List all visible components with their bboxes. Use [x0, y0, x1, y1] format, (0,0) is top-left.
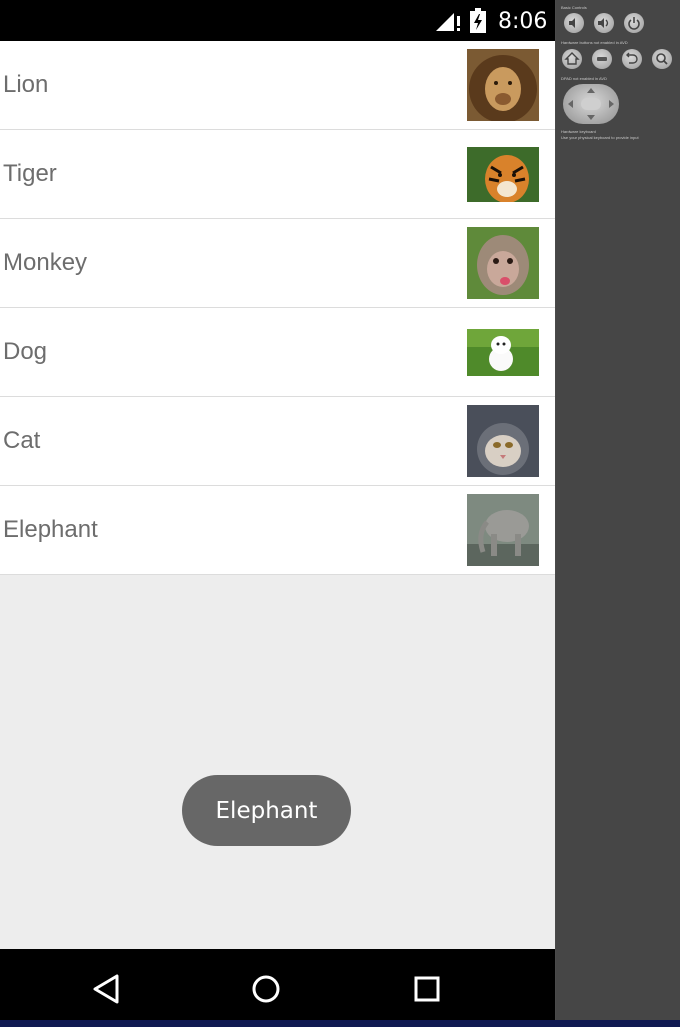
back-icon[interactable] [87, 969, 127, 1009]
undo-arrow-icon [626, 52, 638, 64]
status-clock: 8:06 [498, 9, 548, 34]
dpad-note: DPAD not enabled in AVD [561, 76, 607, 81]
recents-icon[interactable] [407, 969, 447, 1009]
power-icon [628, 17, 640, 30]
battery-charging-icon [470, 8, 486, 33]
volume-down-button[interactable] [564, 13, 584, 33]
animal-name: Dog [3, 338, 48, 365]
list-item[interactable]: Dog [0, 308, 555, 397]
signal-icon [436, 13, 460, 31]
list-item[interactable]: Cat [0, 397, 555, 486]
list-item[interactable]: Elephant [0, 486, 555, 575]
hardware-keyboard-label: Hardware keyboard [561, 129, 596, 134]
dpad-arrows-icon [568, 88, 614, 120]
elephant-thumbnail [467, 494, 539, 566]
emulator-controls-panel: Basic Controls Hardware buttons not enab… [556, 0, 680, 1020]
animal-name: Monkey [3, 249, 88, 276]
animal-name: Cat [3, 427, 41, 454]
list-item[interactable]: Tiger [0, 130, 555, 219]
home-hw-button[interactable] [562, 49, 582, 69]
animal-list[interactable]: Lion Tiger Monkey Dog Cat Elephant [0, 41, 555, 575]
animal-name: Elephant [3, 516, 98, 543]
toast-message: Elephant [182, 775, 351, 846]
status-bar: 8:06 [0, 0, 555, 41]
power-button[interactable] [624, 13, 644, 33]
tiger-thumbnail [467, 147, 539, 202]
monkey-thumbnail [467, 227, 539, 299]
phone-screen: 8:06 Lion Tiger Monkey Dog Cat Elephant … [0, 0, 555, 1020]
hardware-buttons-note: Hardware buttons not enabled in AVD [561, 40, 628, 45]
volume-up-button[interactable] [594, 13, 614, 33]
panel-heading: Basic Controls [561, 5, 587, 10]
lion-thumbnail [467, 49, 539, 121]
back-hw-button[interactable] [622, 49, 642, 69]
list-item[interactable]: Monkey [0, 219, 555, 308]
dog-thumbnail [467, 329, 539, 376]
house-icon [564, 52, 580, 65]
window-bottom-border [0, 1020, 680, 1027]
search-icon [656, 53, 668, 65]
home-icon[interactable] [246, 969, 286, 1009]
navigation-bar [0, 949, 555, 1020]
menu-hw-button[interactable] [592, 49, 612, 69]
speaker-loud-icon [598, 18, 609, 28]
animal-name: Lion [3, 71, 49, 98]
search-hw-button[interactable] [652, 49, 672, 69]
cat-thumbnail [467, 405, 539, 477]
menu-icon [597, 57, 607, 61]
dpad-control[interactable] [563, 84, 619, 124]
animal-name: Tiger [3, 160, 57, 187]
speaker-icon [569, 18, 575, 28]
keyboard-hint: Use your physical keyboard to provide in… [561, 135, 639, 140]
list-item[interactable]: Lion [0, 41, 555, 130]
